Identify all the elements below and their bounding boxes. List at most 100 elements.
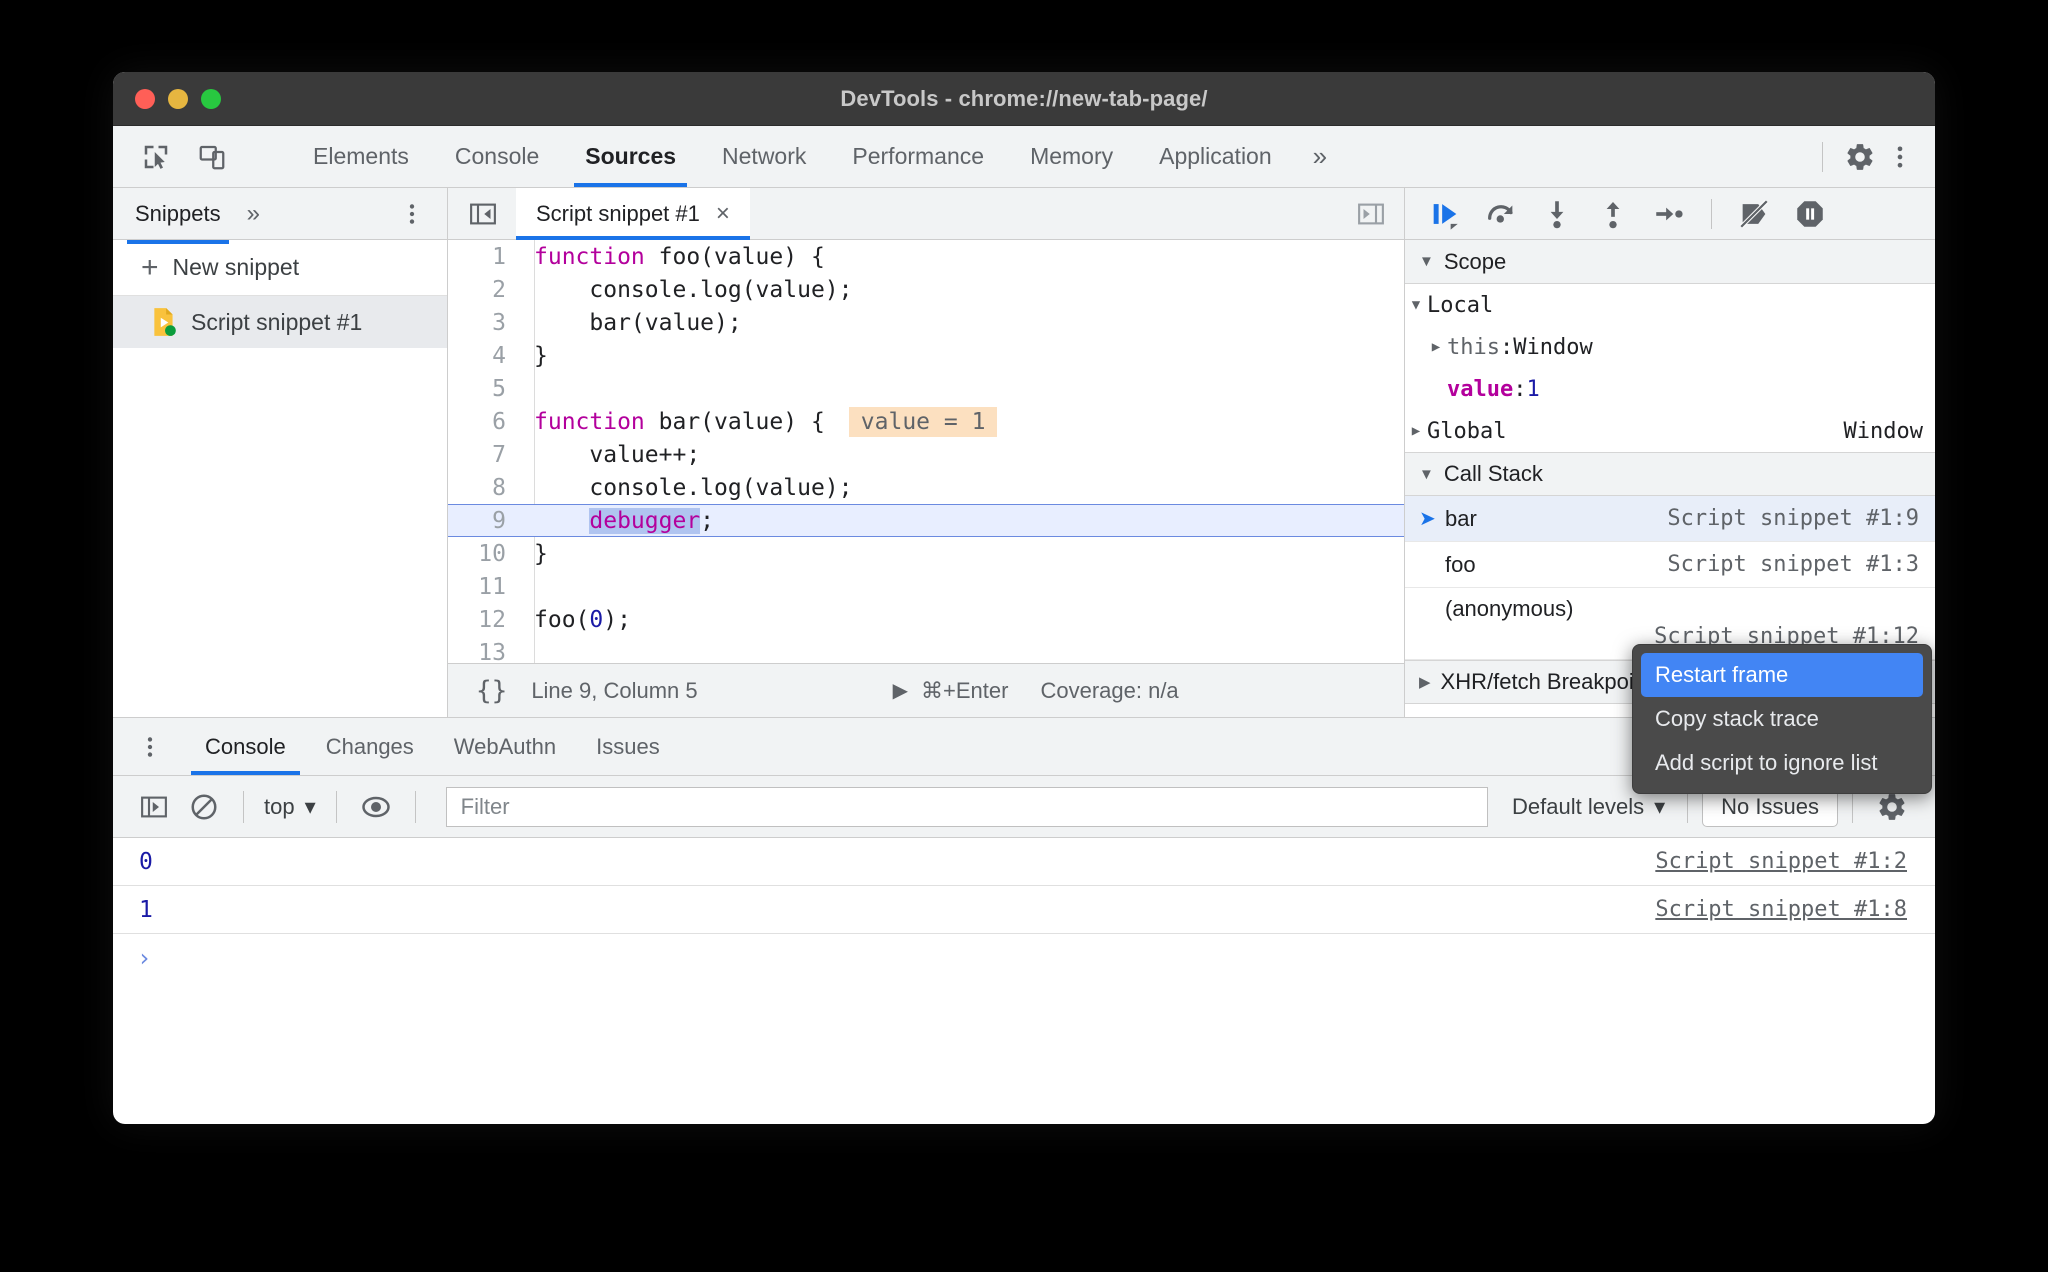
editor-tabbar: Script snippet #1 × xyxy=(448,188,1404,240)
run-snippet-button[interactable]: ▶ ⌘+Enter xyxy=(893,678,1009,704)
tabbar-right-divider xyxy=(1822,141,1823,172)
log-levels-label: Default levels xyxy=(1512,793,1645,819)
code-token: } xyxy=(534,342,548,369)
log-levels-selector[interactable]: Default levels ▾ xyxy=(1504,794,1673,820)
code-token: bar(value); xyxy=(534,309,742,336)
deactivate-breakpoints-icon[interactable] xyxy=(1728,194,1780,234)
scope-row-value[interactable]: value : 1 xyxy=(1405,368,1935,410)
expand-sidebar-icon[interactable] xyxy=(1356,199,1386,229)
menu-item-copy-stack-trace[interactable]: Copy stack trace xyxy=(1633,697,1931,741)
code-line-text: function foo(value) { xyxy=(520,244,825,270)
console-toolbar-divider xyxy=(1687,790,1689,823)
navigator-more-options-icon[interactable] xyxy=(399,200,425,228)
line-number: 11 xyxy=(478,573,506,600)
call-frame-location: Script snippet #1:9 xyxy=(1667,506,1919,531)
navigator-tab-snippets[interactable]: Snippets xyxy=(127,201,229,244)
tab-sources[interactable]: Sources xyxy=(562,126,699,187)
table-row[interactable]: foo Script snippet #1:3 xyxy=(1405,542,1935,588)
editor-tab-script-snippet-1[interactable]: Script snippet #1 × xyxy=(516,188,750,240)
line-number: 10 xyxy=(478,540,506,567)
drawer-tab-webauthn[interactable]: WebAuthn xyxy=(434,718,576,775)
more-options-icon[interactable] xyxy=(1883,140,1917,174)
editor-status-bar: {} Line 9, Column 5 ▶ ⌘+Enter Coverage: … xyxy=(448,663,1404,717)
close-icon[interactable]: × xyxy=(716,200,730,228)
step-over-next-function-call-icon[interactable] xyxy=(1475,194,1527,234)
chevron-down-icon: ▼ xyxy=(1419,253,1434,270)
tab-performance[interactable]: Performance xyxy=(829,126,1007,187)
settings-gear-icon[interactable] xyxy=(1843,140,1877,174)
tab-elements[interactable]: Elements xyxy=(290,126,432,187)
more-tabs-chevron-icon[interactable]: » xyxy=(1295,126,1345,187)
collapse-sidebar-icon[interactable] xyxy=(468,199,498,229)
chevron-right-icon: ▶ xyxy=(1431,339,1441,355)
inspect-element-icon[interactable] xyxy=(139,140,173,174)
pretty-print-icon[interactable]: {} xyxy=(448,676,531,706)
new-snippet-button[interactable]: + New snippet xyxy=(113,240,447,296)
menu-item-add-script-to-ignore-list[interactable]: Add script to ignore list xyxy=(1633,741,1931,785)
code-line[interactable]: 1 function foo(value) { xyxy=(448,240,1404,273)
step-icon[interactable] xyxy=(1643,194,1695,234)
list-item-script-snippet-1[interactable]: Script snippet #1 xyxy=(113,296,447,348)
code-line[interactable]: 4} xyxy=(448,339,1404,372)
console-log-source-link[interactable]: Script snippet #1:8 xyxy=(1655,897,1935,922)
more-navigator-tabs-chevron-icon[interactable]: » xyxy=(247,200,260,228)
scope-group-global[interactable]: ▶ Global Window xyxy=(1405,410,1935,452)
code-line[interactable]: 9 debugger; xyxy=(448,504,1404,537)
drawer-tab-issues[interactable]: Issues xyxy=(576,718,680,775)
execution-context-label: top xyxy=(264,793,295,819)
code-line[interactable]: 2 console.log(value); xyxy=(448,273,1404,306)
scope-group-label: Global xyxy=(1427,418,1507,444)
debugger-toolbar xyxy=(1405,188,1935,240)
table-row[interactable]: ➤ bar Script snippet #1:9 xyxy=(1405,496,1935,542)
code-editor[interactable]: 1 function foo(value) {2 console.log(valu… xyxy=(448,240,1404,663)
code-line[interactable]: 7 value++; xyxy=(448,438,1404,471)
drawer-tab-console[interactable]: Console xyxy=(185,718,306,775)
scope-section-header[interactable]: ▼ Scope xyxy=(1405,240,1935,284)
console-filter-input[interactable] xyxy=(445,786,1489,827)
code-line[interactable]: 12 foo(0); xyxy=(448,603,1404,636)
tab-network[interactable]: Network xyxy=(699,126,829,187)
call-stack-section-header[interactable]: ▼ Call Stack xyxy=(1405,452,1935,496)
scope-group-local[interactable]: ▼ Local xyxy=(1405,284,1935,326)
code-line[interactable]: 10} xyxy=(448,537,1404,570)
snippet-file-icon xyxy=(151,307,177,337)
code-token: ; xyxy=(700,507,715,534)
console-log-value: 0 xyxy=(139,848,153,875)
device-toolbar-icon[interactable] xyxy=(195,140,229,174)
plus-icon: + xyxy=(141,250,159,284)
console-sidebar-icon[interactable] xyxy=(129,786,179,828)
execution-context-selector[interactable]: top ▾ xyxy=(258,794,322,820)
code-line[interactable]: 11 xyxy=(448,570,1404,603)
resume-script-execution-icon[interactable] xyxy=(1419,194,1471,234)
console-log-source-link[interactable]: Script snippet #1:2 xyxy=(1655,849,1935,874)
code-line-text: function bar(value) { xyxy=(520,409,825,435)
menu-item-restart-frame[interactable]: Restart frame xyxy=(1641,653,1923,697)
scope-prop-value: Window xyxy=(1513,334,1593,360)
code-line[interactable]: 13 xyxy=(448,636,1404,664)
code-keyword: function xyxy=(534,243,659,270)
step-into-next-function-call-icon[interactable] xyxy=(1531,194,1583,234)
list-item[interactable]: 1 Script snippet #1:8 xyxy=(113,886,1935,934)
drawer-more-options-icon[interactable] xyxy=(113,733,185,761)
line-number: 4 xyxy=(492,342,506,369)
call-frame-name: foo xyxy=(1445,551,1476,577)
list-item[interactable]: 0 Script snippet #1:2 xyxy=(113,838,1935,886)
code-line[interactable]: 5 xyxy=(448,372,1404,405)
tab-console[interactable]: Console xyxy=(432,126,562,187)
console-prompt[interactable]: › xyxy=(113,934,1935,982)
console-toolbar-divider xyxy=(414,790,416,823)
scope-row-this[interactable]: ▶ this : Window xyxy=(1405,326,1935,368)
tab-application[interactable]: Application xyxy=(1136,126,1295,187)
code-line[interactable]: 3 bar(value); xyxy=(448,306,1404,339)
clear-console-icon[interactable] xyxy=(179,786,229,828)
pause-on-exceptions-icon[interactable] xyxy=(1784,194,1836,234)
live-expression-icon[interactable] xyxy=(351,786,401,828)
code-line[interactable]: 8 console.log(value); xyxy=(448,471,1404,504)
tab-memory[interactable]: Memory xyxy=(1007,126,1136,187)
step-out-of-current-function-icon[interactable] xyxy=(1587,194,1639,234)
code-line[interactable]: 6 function bar(value) {value = 1 xyxy=(448,405,1404,438)
call-stack-context-menu: Restart frame Copy stack trace Add scrip… xyxy=(1632,644,1932,794)
drawer-tab-changes[interactable]: Changes xyxy=(306,718,434,775)
line-number: 12 xyxy=(478,606,506,633)
